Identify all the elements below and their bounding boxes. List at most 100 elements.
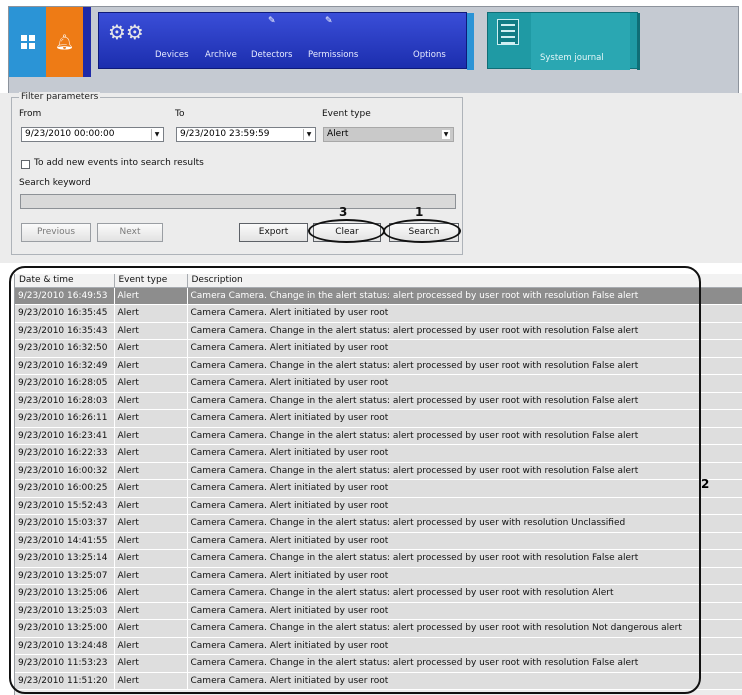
main-toolbar: 🔔︎ ⚙⚙ Devices Archive ✎ Detectors ✎ Perm… — [8, 6, 739, 94]
column-header-event-type[interactable]: Event type — [114, 274, 188, 288]
event-type-label: Event type — [322, 109, 371, 119]
menu-item-permissions[interactable]: Permissions — [308, 50, 358, 60]
cell-description: Camera Camera. Change in the alert statu… — [187, 549, 742, 568]
search-callout-number: 1 — [415, 205, 424, 219]
cell-event-type: Alert — [114, 322, 188, 340]
table-row[interactable]: 9/23/2010 16:28:03 Alert Camera Camera. Ch… — [15, 392, 742, 410]
search-keyword-label: Search keyword — [19, 178, 91, 188]
table-row[interactable]: 9/23/2010 15:03:37 Alert Camera Camera. Ch… — [15, 514, 742, 533]
cell-event-type: Alert — [114, 444, 188, 463]
cell-description: Camera Camera. Alert initiated by user r… — [187, 304, 742, 323]
chevron-down-icon[interactable]: ▼ — [151, 129, 162, 140]
alarm-tile[interactable]: 🔔︎ — [46, 7, 83, 77]
gears-icon[interactable]: ⚙⚙ — [108, 20, 144, 48]
menu-item-options[interactable]: Options — [413, 50, 446, 60]
table-row[interactable]: 9/23/2010 14:41:55 Alert Camera Camera. Al… — [15, 532, 742, 550]
events-grid: Date & time Event type Description 9/23/… — [14, 274, 742, 695]
cell-description: Camera Camera. Alert initiated by user r… — [187, 532, 742, 550]
cell-date-time: 9/23/2010 15:03:37 — [15, 514, 115, 533]
chevron-down-icon[interactable]: ▼ — [442, 130, 450, 139]
table-row[interactable]: 9/23/2010 13:25:07 Alert Camera Camera. Al… — [15, 567, 742, 585]
cell-event-type: Alert — [114, 287, 188, 305]
cell-event-type: Alert — [114, 654, 188, 673]
cell-date-time: 9/23/2010 13:25:03 — [15, 602, 115, 620]
chevron-down-icon[interactable]: ▼ — [303, 129, 314, 140]
menu-item-archive[interactable]: Archive — [205, 50, 237, 60]
menu-item-devices[interactable]: Devices — [155, 50, 189, 60]
next-button[interactable]: Next — [97, 223, 163, 242]
search-keyword-input[interactable] — [20, 194, 456, 209]
event-type-select[interactable]: Alert ▼ — [323, 127, 454, 142]
cell-description: Camera Camera. Alert initiated by user r… — [187, 672, 742, 690]
table-row[interactable]: 9/23/2010 16:35:45 Alert Camera Camera. Al… — [15, 304, 742, 323]
table-row[interactable]: 9/23/2010 16:22:33 Alert Camera Camera. Al… — [15, 444, 742, 463]
cell-description: Camera Camera. Alert initiated by user r… — [187, 497, 742, 515]
table-row[interactable]: 9/23/2010 13:25:06 Alert Camera Camera. Ch… — [15, 584, 742, 603]
table-row[interactable]: 9/23/2010 16:00:25 Alert Camera Camera. Al… — [15, 479, 742, 498]
table-row[interactable]: 9/23/2010 16:35:43 Alert Camera Camera. Ch… — [15, 322, 742, 340]
to-datetime-select[interactable]: 9/23/2010 23:59:59 ▼ — [176, 127, 316, 142]
add-new-events-checkbox[interactable] — [21, 160, 30, 169]
cell-date-time: 9/23/2010 15:52:43 — [15, 497, 115, 515]
previous-button[interactable]: Previous — [21, 223, 91, 242]
filter-parameters-group: Filter parameters From 9/23/2010 00:00:0… — [11, 92, 463, 255]
cell-event-type: Alert — [114, 567, 188, 585]
cell-event-type: Alert — [114, 462, 188, 480]
column-header-description[interactable]: Description — [187, 274, 742, 288]
from-label: From — [19, 109, 42, 119]
cell-date-time: 9/23/2010 16:35:43 — [15, 322, 115, 340]
from-datetime-value: 9/23/2010 00:00:00 — [25, 129, 115, 139]
cell-description: Camera Camera. Change in the alert statu… — [187, 462, 742, 480]
cell-event-type: Alert — [114, 339, 188, 358]
cell-event-type: Alert — [114, 357, 188, 375]
filter-panel: Filter parameters From 9/23/2010 00:00:0… — [0, 92, 742, 263]
clear-callout-number: 3 — [339, 205, 348, 219]
home-tile[interactable] — [9, 7, 46, 77]
table-row[interactable]: 9/23/2010 16:32:50 Alert Camera Camera. Al… — [15, 339, 742, 358]
table-row[interactable]: 9/23/2010 13:24:48 Alert Camera Camera. Al… — [15, 637, 742, 655]
cell-date-time: 9/23/2010 16:32:50 — [15, 339, 115, 358]
event-type-value: Alert — [327, 129, 349, 139]
system-journal-tile[interactable]: System journal — [487, 12, 640, 70]
table-row[interactable]: 9/23/2010 16:00:32 Alert Camera Camera. Ch… — [15, 462, 742, 480]
cell-date-time: 9/23/2010 16:28:05 — [15, 374, 115, 393]
export-button[interactable]: Export — [239, 223, 308, 242]
cell-description: Camera Camera. Alert initiated by user r… — [187, 374, 742, 393]
table-row[interactable]: 9/23/2010 16:26:11 Alert Camera Camera. Al… — [15, 409, 742, 428]
cell-date-time: 9/23/2010 16:49:53 — [15, 287, 115, 305]
menu-item-detectors[interactable]: Detectors — [251, 50, 292, 60]
column-header-date-time[interactable]: Date & time — [15, 274, 115, 288]
cell-date-time: 9/23/2010 13:25:06 — [15, 584, 115, 603]
cell-description: Camera Camera. Change in the alert statu… — [187, 322, 742, 340]
table-row[interactable]: 9/23/2010 11:53:23 Alert Camera Camera. Ch… — [15, 654, 742, 673]
cell-event-type: Alert — [114, 672, 188, 690]
cell-date-time: 9/23/2010 13:25:00 — [15, 619, 115, 638]
table-row[interactable]: 9/23/2010 11:51:20 Alert Camera Camera. Al… — [15, 672, 742, 690]
cell-description: Camera Camera. Change in the alert statu… — [187, 619, 742, 638]
cell-event-type: Alert — [114, 479, 188, 498]
add-new-events-label: To add new events into search results — [34, 158, 204, 168]
cell-date-time: 9/23/2010 11:51:20 — [15, 672, 115, 690]
cell-description: Camera Camera. Change in the alert statu… — [187, 584, 742, 603]
bell-icon: 🔔︎ — [54, 33, 75, 51]
table-row[interactable]: 9/23/2010 16:23:41 Alert Camera Camera. Ch… — [15, 427, 742, 445]
cell-description: Camera Camera. Change in the alert statu… — [187, 392, 742, 410]
table-row[interactable]: 9/23/2010 13:25:00 Alert Camera Camera. Ch… — [15, 619, 742, 638]
table-row[interactable]: 9/23/2010 16:49:53 Alert Camera Camera. Ch… — [15, 287, 742, 305]
cell-description: Camera Camera. Alert initiated by user r… — [187, 409, 742, 428]
table-row[interactable]: 9/23/2010 16:32:49 Alert Camera Camera. Ch… — [15, 357, 742, 375]
table-row[interactable]: 9/23/2010 16:28:05 Alert Camera Camera. Al… — [15, 374, 742, 393]
table-row[interactable]: 9/23/2010 13:25:14 Alert Camera Camera. Ch… — [15, 549, 742, 568]
cell-event-type: Alert — [114, 427, 188, 445]
cell-description: Camera Camera. Alert initiated by user r… — [187, 637, 742, 655]
cell-date-time: 9/23/2010 13:24:48 — [15, 637, 115, 655]
table-row[interactable]: 9/23/2010 15:52:43 Alert Camera Camera. Al… — [15, 497, 742, 515]
cell-date-time: 9/23/2010 16:22:33 — [15, 444, 115, 463]
to-label: To — [175, 109, 185, 119]
cell-description: Camera Camera. Alert initiated by user r… — [187, 444, 742, 463]
cell-date-time: 9/23/2010 16:00:32 — [15, 462, 115, 480]
filter-legend: Filter parameters — [19, 92, 101, 102]
from-datetime-select[interactable]: 9/23/2010 00:00:00 ▼ — [21, 127, 164, 142]
table-row[interactable]: 9/23/2010 13:25:03 Alert Camera Camera. Al… — [15, 602, 742, 620]
clear-callout-ring — [308, 219, 385, 243]
